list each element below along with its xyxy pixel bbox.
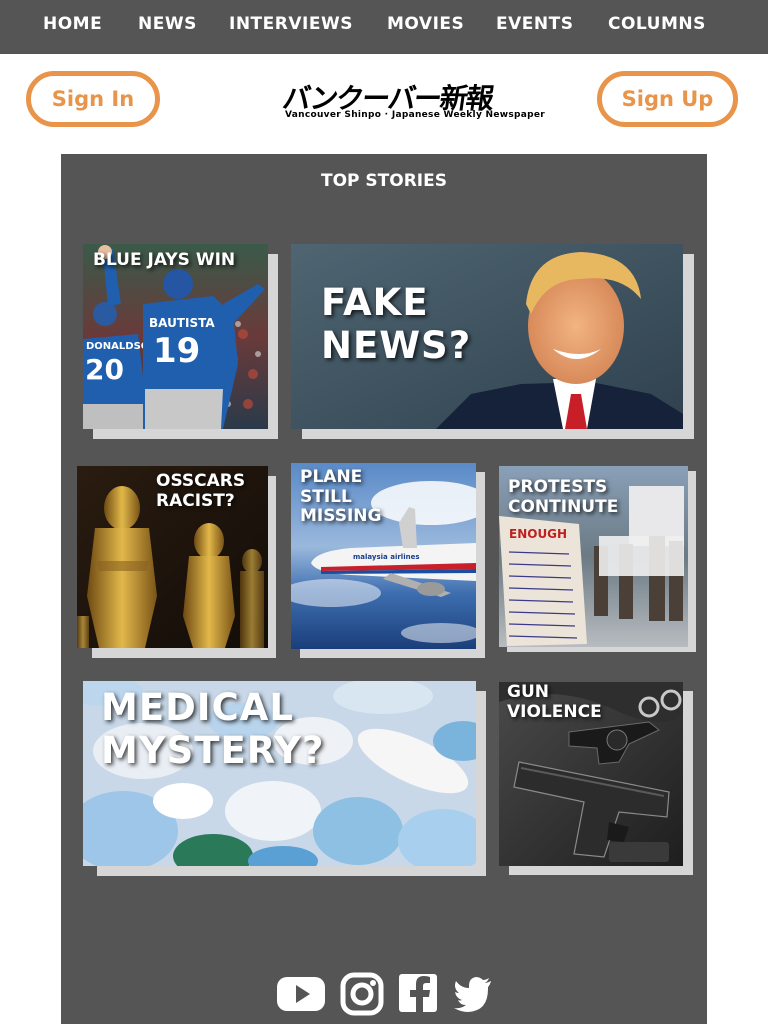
top-navigation-bar: HOME NEWS INTERVIEWS MOVIES EVENTS COLUM… [0, 0, 768, 54]
oscars-photo: OSSCARS RACIST? [77, 466, 268, 648]
story-label: OSSCARS RACIST? [156, 471, 246, 511]
nav-news[interactable]: NEWS [138, 14, 197, 34]
jersey-number: 19 [153, 331, 200, 371]
fake-news-photo: FAKE NEWS? [291, 244, 683, 429]
airline-text: malaysia airlines [353, 553, 420, 561]
logo-subtext: Vancouver Shinpo · Japanese Weekly Newsp… [285, 110, 546, 120]
twitter-icon[interactable] [453, 972, 493, 1012]
nav-interviews[interactable]: INTERVIEWS [229, 14, 353, 34]
sign-up-button[interactable]: Sign Up [597, 71, 738, 127]
top-stories-title: TOP STORIES [321, 171, 447, 191]
protests-photo: ENOUGH PROTESTS CONTINUTE [499, 466, 688, 647]
jersey-number-2: 20 [85, 353, 124, 386]
site-logo[interactable]: バンクーバー新報 Vancouver Shinpo · Japanese Wee… [280, 80, 544, 124]
story-label: PLANE STILL MISSING [300, 467, 382, 527]
story-label: PROTESTS CONTINUTE [508, 477, 619, 517]
youtube-icon[interactable] [276, 972, 326, 1014]
jersey-name: BAUTISTA [149, 316, 215, 330]
nav-events[interactable]: EVENTS [496, 14, 573, 34]
facebook-icon[interactable] [398, 972, 438, 1014]
medical-photo: MEDICAL MYSTERY? [83, 681, 476, 866]
story-label: BLUE JAYS WIN [93, 250, 236, 270]
nav-home[interactable]: HOME [43, 14, 102, 34]
story-label: FAKE NEWS? [321, 281, 472, 367]
story-label: MEDICAL MYSTERY? [101, 686, 325, 772]
nav-movies[interactable]: MOVIES [387, 14, 464, 34]
gun-violence-photo: GUN VIOLENCE [499, 682, 683, 866]
sign-in-button[interactable]: Sign In [26, 71, 160, 127]
blue-jays-photo: DONALDSON 20 BAUTISTA 19 BLUE JAYS WIN [83, 244, 268, 429]
protest-sign-text: ENOUGH [509, 527, 567, 541]
instagram-icon[interactable] [340, 972, 384, 1016]
story-label: GUN VIOLENCE [507, 682, 602, 722]
plane-photo: malaysia airlines PLANE STILL MISSING [291, 463, 476, 649]
nav-columns[interactable]: COLUMNS [608, 14, 706, 34]
